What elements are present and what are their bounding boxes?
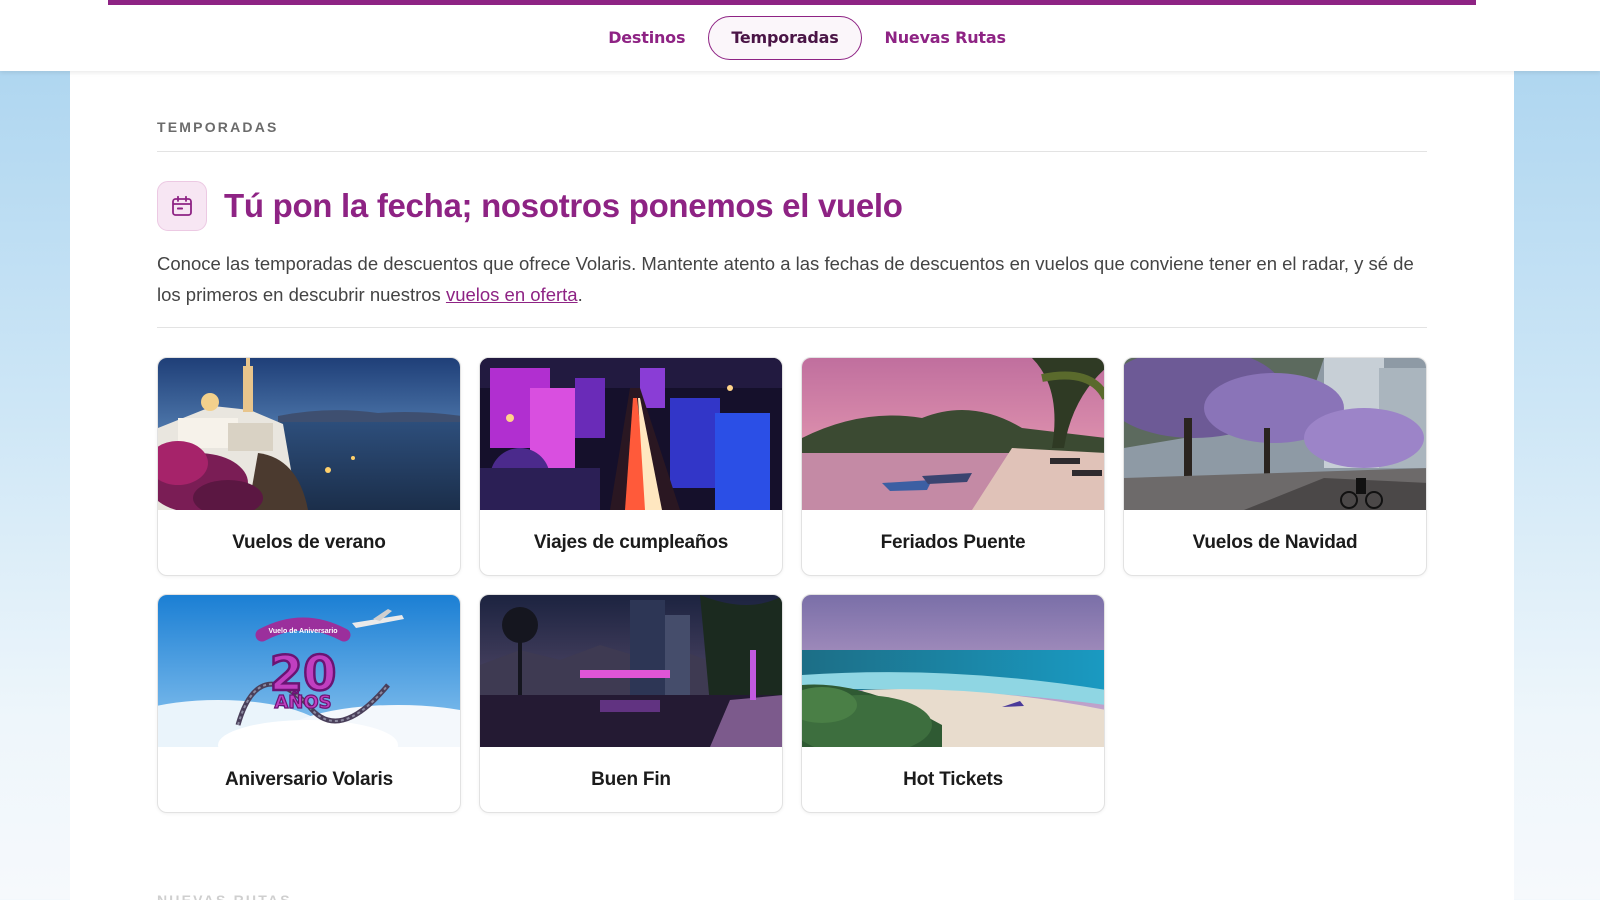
card-image (158, 358, 460, 510)
offers-link[interactable]: vuelos en oferta (446, 284, 578, 305)
card-image (480, 358, 782, 510)
section-eyebrow: TEMPORADAS (157, 119, 279, 135)
season-card-vuelos-de-verano[interactable]: Vuelos de verano (157, 357, 461, 576)
card-title: Buen Fin (591, 769, 671, 790)
calendar-icon (157, 181, 207, 231)
nav-tab-temporadas[interactable]: Temporadas (708, 16, 862, 60)
badge-bottom-text: AÑOS (274, 690, 331, 713)
section-description: Conoce las temporadas de descuentos que … (157, 248, 1427, 310)
season-card-vuelos-de-navidad[interactable]: Vuelos de Navidad (1123, 357, 1427, 576)
page-title: Tú pon la fecha; nosotros ponemos el vue… (224, 187, 903, 224)
season-card-buen-fin[interactable]: Buen Fin (479, 594, 783, 813)
card-title: Feriados Puente (880, 532, 1026, 553)
description-text: Conoce las temporadas de descuentos que … (157, 253, 1414, 305)
card-title: Aniversario Volaris (225, 769, 393, 790)
card-image (1124, 358, 1426, 510)
badge-top-text: Vuelo de Aniversario (268, 628, 337, 635)
nav-tab-nuevas-rutas[interactable]: Nuevas Rutas (862, 16, 1029, 60)
card-image: Vuelo de Aniversario 20 AÑOS (158, 595, 460, 747)
card-title: Vuelos de verano (232, 532, 386, 553)
brand-accent-line (108, 0, 1476, 5)
section-nav: Destinos Temporadas Nuevas Rutas (0, 16, 1600, 60)
next-section-eyebrow: NUEVAS RUTAS (157, 892, 292, 900)
card-title: Hot Tickets (903, 769, 1003, 790)
card-title: Viajes de cumpleaños (533, 532, 729, 553)
card-image (802, 595, 1104, 747)
nav-tab-destinos[interactable]: Destinos (585, 16, 708, 60)
season-card-feriados-puente[interactable]: Feriados Puente (801, 357, 1105, 576)
divider (157, 327, 1427, 328)
description-end: . (577, 284, 583, 305)
card-image (802, 358, 1104, 510)
season-card-viajes-de-cumpleanos[interactable]: Viajes de cumpleaños (479, 357, 783, 576)
section-header: Tú pon la fecha; nosotros ponemos el vue… (157, 181, 903, 231)
season-card-hot-tickets[interactable]: Hot Tickets (801, 594, 1105, 813)
season-cards-grid: Vuelos de verano Viajes de cumpleaños Fe… (157, 357, 1427, 813)
top-navigation-bar: Destinos Temporadas Nuevas Rutas (0, 0, 1600, 71)
season-card-aniversario-volaris[interactable]: Vuelo de Aniversario 20 AÑOS Aniversario… (157, 594, 461, 813)
card-title: Vuelos de Navidad (1192, 532, 1358, 553)
content-panel: TEMPORADAS Tú pon la fecha; nosotros pon… (70, 71, 1514, 900)
card-image (480, 595, 782, 747)
divider (157, 151, 1427, 152)
